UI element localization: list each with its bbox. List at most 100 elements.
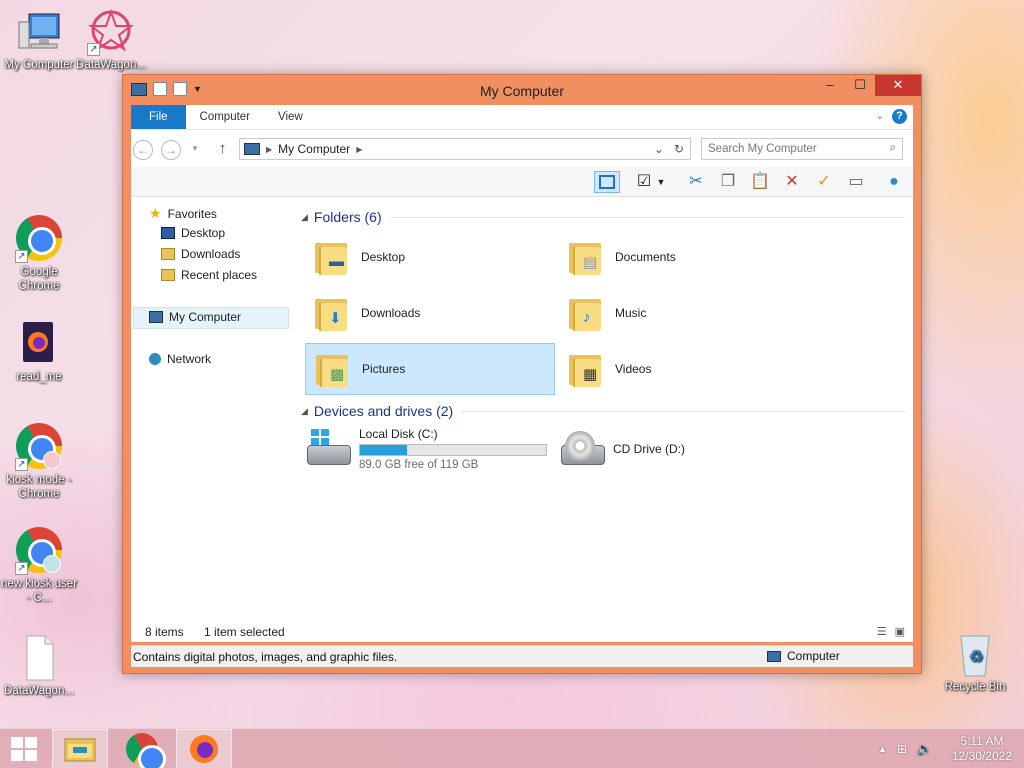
collapse-triangle-icon[interactable]: ◢: [301, 406, 308, 417]
delete-icon[interactable]: ✕: [779, 171, 805, 193]
folder-documents-icon: ▤: [565, 237, 605, 277]
drive-usage-bar: [359, 444, 547, 456]
desktop-icon-label: DataWagon...: [4, 685, 74, 697]
nav-recent-places[interactable]: Recent places: [161, 268, 257, 282]
paste-icon[interactable]: 📋: [747, 171, 773, 193]
folder-desktop-icon: ▬: [311, 237, 351, 277]
taskbar-chrome[interactable]: [114, 729, 170, 768]
folder-music-icon: ♪: [565, 293, 605, 333]
tab-file[interactable]: File: [131, 105, 186, 129]
drive-name: CD Drive (D:): [613, 442, 685, 456]
window-title: My Computer: [479, 83, 565, 99]
back-button[interactable]: ←: [133, 140, 153, 160]
folder-tile-desktop[interactable]: ▬ Desktop: [305, 231, 555, 283]
firefox-document-icon: [15, 320, 63, 368]
clock-time: 5:11 AM: [960, 734, 1004, 748]
desktop-icon-kiosk-mode-chrome[interactable]: ↗ kiosk mode - Chrome: [0, 422, 78, 501]
taskbar-file-explorer[interactable]: [52, 729, 108, 768]
folder-videos-icon: ▦: [565, 349, 605, 389]
minimize-button[interactable]: –: [815, 75, 845, 96]
clock[interactable]: 5:11 AM 12/30/2022: [952, 734, 1012, 764]
shortcut-arrow-icon: ↗: [87, 43, 100, 56]
volume-icon[interactable]: 🔈: [917, 742, 932, 756]
up-button[interactable]: ↑: [219, 140, 227, 157]
drive-tile-cd-drive[interactable]: CD Drive (D:): [559, 423, 819, 475]
title-bar[interactable]: ▼ My Computer – ☐ ✕: [123, 75, 921, 105]
folder-tile-pictures[interactable]: ▩ Pictures: [305, 343, 555, 395]
group-header-folders[interactable]: ◢ Folders (6): [301, 207, 913, 227]
rename-check-icon[interactable]: ✓: [811, 171, 837, 193]
address-dropdown-chevron-icon[interactable]: ⌄: [654, 142, 664, 156]
desktop-icon-datawagon-1[interactable]: ↗ DataWagon...: [72, 8, 150, 72]
network-status-icon[interactable]: ⊞: [897, 742, 907, 756]
shortcut-arrow-icon: ↗: [15, 250, 28, 263]
refresh-icon[interactable]: ↻: [674, 142, 684, 156]
folder-name: Desktop: [361, 250, 406, 264]
taskbar: ▲ ⊞ 🔈 5:11 AM 12/30/2022: [0, 728, 1024, 768]
desktop-icon-datawagon-2[interactable]: DataWagon...: [0, 634, 78, 698]
folder-tile-videos[interactable]: ▦ Videos: [559, 343, 809, 395]
properties-dropdown-chevron-icon[interactable]: ▼: [655, 171, 667, 193]
help-icon[interactable]: ?: [892, 109, 907, 124]
search-input[interactable]: Search My Computer ⌕: [701, 138, 903, 160]
large-icons-view-icon[interactable]: ▣: [895, 625, 905, 638]
location-label: Computer: [787, 649, 840, 663]
nav-desktop[interactable]: Desktop: [161, 226, 225, 240]
properties-check-icon[interactable]: ☑: [631, 171, 657, 193]
collapse-triangle-icon[interactable]: ◢: [301, 212, 308, 223]
drive-free-space: 89.0 GB free of 119 GB: [359, 459, 479, 471]
window-controls: – ☐ ✕: [815, 75, 921, 96]
expand-ribbon-chevron-icon[interactable]: ⌄: [876, 111, 884, 122]
breadcrumb-my-computer[interactable]: My Computer: [278, 142, 350, 156]
computer-icon: [767, 650, 781, 662]
nav-my-computer[interactable]: My Computer: [149, 310, 241, 324]
desktop-icon-label: My Computer: [4, 59, 74, 71]
nav-favorites[interactable]: ★ Favorites: [149, 205, 217, 222]
view-switcher: ☰ ▣: [877, 625, 905, 638]
desktop-icon-read-me[interactable]: read_me: [0, 320, 78, 384]
details-view-icon[interactable]: ☰: [877, 625, 887, 638]
close-button[interactable]: ✕: [875, 75, 921, 96]
maximize-button[interactable]: ☐: [845, 75, 875, 96]
tab-view[interactable]: View: [264, 105, 317, 129]
nav-network[interactable]: Network: [149, 352, 211, 366]
folder-tile-downloads[interactable]: ⬇ Downloads: [305, 287, 555, 339]
recent-locations-chevron-icon[interactable]: ▼: [191, 144, 199, 153]
desktop-icon-new-kiosk-user[interactable]: ↗ new kiosk user - C...: [0, 526, 78, 605]
chrome-profile-icon: ↗: [15, 527, 63, 575]
start-button[interactable]: [0, 729, 48, 768]
folder-name: Documents: [615, 250, 676, 264]
recent-places-icon: [161, 269, 175, 281]
drive-name: Local Disk (C:): [359, 427, 438, 441]
item-description: Contains digital photos, images, and gra…: [133, 650, 398, 664]
show-hidden-icons-chevron-icon[interactable]: ▲: [878, 744, 887, 754]
drive-tile-local-disk[interactable]: Local Disk (C:) 89.0 GB free of 119 GB: [305, 423, 565, 475]
map-drive-icon[interactable]: ▭: [843, 171, 869, 193]
location-info: Computer: [767, 649, 840, 663]
nav-downloads[interactable]: Downloads: [161, 247, 240, 261]
group-label: Devices and drives (2): [313, 403, 454, 419]
tab-computer[interactable]: Computer: [186, 105, 265, 129]
desktop-icon-recycle-bin[interactable]: ♻ Recycle Bin: [936, 630, 1014, 694]
group-header-devices[interactable]: ◢ Devices and drives (2): [301, 401, 913, 421]
address-row: ← → ▼ ↑ ▶ My Computer ▶ ⌄ ↻ Search My Co…: [131, 129, 913, 167]
copy-icon[interactable]: ❐: [715, 171, 741, 193]
folder-tile-documents[interactable]: ▤ Documents: [559, 231, 809, 283]
address-bar[interactable]: ▶ My Computer ▶ ⌄ ↻: [239, 138, 691, 160]
search-icon: ⌕: [889, 142, 896, 154]
folder-tile-music[interactable]: ♪ Music: [559, 287, 809, 339]
desktop-icon-my-computer[interactable]: My Computer: [0, 8, 78, 72]
shortcut-arrow-icon: ↗: [15, 458, 28, 471]
breadcrumb-separator-icon[interactable]: ▶: [266, 145, 272, 154]
preview-pane-icon[interactable]: [594, 171, 620, 193]
explorer-window: ▼ My Computer – ☐ ✕ File Computer View ⌄…: [122, 74, 922, 674]
network-globe-icon[interactable]: ●: [881, 171, 907, 193]
cut-icon[interactable]: ✂: [683, 171, 709, 193]
nav-recent-places-label: Recent places: [181, 268, 258, 282]
forward-button[interactable]: →: [161, 140, 181, 160]
desktop-icon-google-chrome[interactable]: ↗ Google Chrome: [0, 214, 78, 293]
breadcrumb-separator-icon[interactable]: ▶: [356, 145, 362, 154]
group-label: Folders (6): [313, 209, 382, 225]
folder-name: Music: [615, 306, 647, 320]
taskbar-firefox[interactable]: [176, 729, 232, 768]
